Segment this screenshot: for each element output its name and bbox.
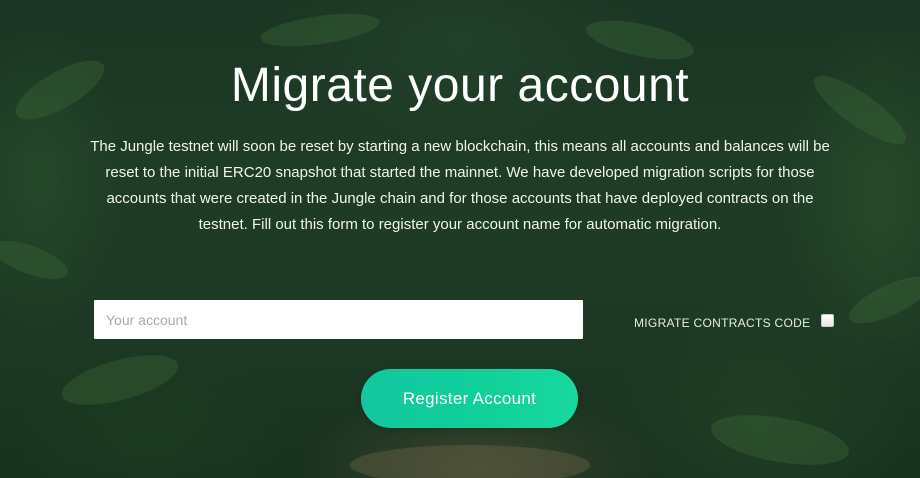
- main-content: Migrate your account The Jungle testnet …: [0, 0, 920, 478]
- page-title: Migrate your account: [230, 59, 690, 112]
- account-input[interactable]: [94, 300, 583, 339]
- migrate-contracts-label: MIGRATE CONTRACTS CODE: [634, 316, 811, 330]
- migrate-contracts-checkbox[interactable]: [821, 314, 834, 327]
- register-account-button[interactable]: Register Account: [361, 369, 578, 428]
- page-description: The Jungle testnet will soon be reset by…: [90, 138, 830, 233]
